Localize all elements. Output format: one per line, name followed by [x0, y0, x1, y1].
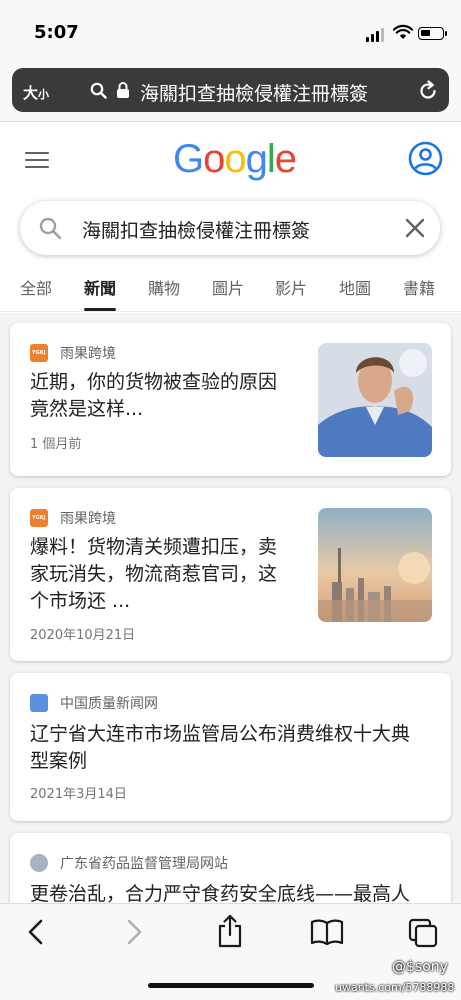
text-size-label-small: 小 [38, 88, 50, 101]
search-icon [39, 217, 62, 240]
clear-icon[interactable] [404, 217, 426, 239]
search-icon [90, 82, 107, 99]
news-title[interactable]: 更卷治乱，合力严守食药安全底线——最高人 [30, 881, 410, 903]
news-source-label: 雨果跨境 [60, 346, 116, 362]
news-date: 2021年3月14日 [30, 787, 127, 802]
tab-books[interactable]: 書籍 [403, 275, 435, 299]
watermark-line2: uwants.com/5788988 [335, 981, 455, 994]
lock-icon [117, 82, 129, 98]
source-favicon-icon [30, 509, 48, 527]
home-indicator[interactable] [148, 983, 314, 988]
share-icon[interactable] [216, 914, 244, 948]
news-results: 雨果跨境 近期，你的货物被查验的原因 竟然是这样... 1 個月前 雨果跨境 爆… [0, 313, 461, 903]
news-card[interactable]: 中国质量新闻网 辽宁省大连市市场监管局公布消费维权十大典 型案例 2021年3月… [10, 673, 451, 821]
news-source-label: 广东省药品监督管理局网站 [60, 856, 228, 872]
news-title-line: 更卷治乱，合力严守食药安全底线——最高人 [30, 883, 411, 903]
forward-icon[interactable] [124, 918, 144, 946]
tab-videos[interactable]: 影片 [275, 275, 307, 299]
news-title-line: 辽宁省大连市市场监管局公布消费维权十大典 [30, 723, 411, 745]
news-title-line: 近期，你的货物被查验的原因 [30, 371, 278, 393]
tab-news[interactable]: 新聞 [84, 275, 117, 311]
status-time: 5:07 [34, 22, 79, 43]
browser-address-area: 大小 海關扣查抽檢侵權注冊標簽 [0, 64, 461, 122]
back-icon[interactable] [26, 918, 46, 946]
news-source-label: 雨果跨境 [60, 511, 116, 527]
news-source: 雨果跨境 [30, 343, 116, 363]
tab-maps[interactable]: 地圖 [339, 275, 371, 299]
news-title-line: 爆料！货物清关频遭扣压，卖 [30, 536, 278, 558]
wifi-icon [393, 24, 413, 39]
text-size-button[interactable]: 大小 [23, 82, 49, 103]
news-card[interactable]: 雨果跨境 爆料！货物清关频遭扣压，卖 家玩消失，物流商惹官司，这 个市场还 ..… [10, 488, 451, 661]
news-source: 中国质量新闻网 [30, 693, 158, 713]
news-source: 雨果跨境 [30, 508, 116, 528]
battery-icon [418, 27, 447, 40]
source-favicon-icon [30, 344, 48, 362]
tabs-icon[interactable] [408, 918, 438, 948]
hamburger-menu-icon[interactable] [25, 152, 49, 170]
reload-icon[interactable] [417, 80, 439, 102]
news-title-line: 家玩消失，物流商惹官司，这 [30, 563, 278, 585]
watermark-line1: @$sony [392, 959, 448, 975]
search-input[interactable]: 海關扣查抽檢侵權注冊標簽 [20, 201, 440, 255]
tab-images[interactable]: 圖片 [212, 275, 244, 299]
news-title-line: 竟然是这样... [30, 398, 144, 420]
news-source: 广东省药品监督管理局网站 [30, 853, 228, 873]
news-card[interactable]: 雨果跨境 近期，你的货物被查验的原因 竟然是这样... 1 個月前 [10, 323, 451, 476]
news-title[interactable]: 爆料！货物清关频遭扣压，卖 家玩消失，物流商惹官司，这 个市场还 ... [30, 534, 277, 615]
address-url-text: 海關扣查抽檢侵權注冊標簽 [140, 83, 369, 105]
tab-all[interactable]: 全部 [20, 275, 52, 299]
news-date: 1 個月前 [30, 437, 82, 452]
bookmarks-icon[interactable] [310, 918, 344, 946]
browser-toolbar: @$sony uwants.com/5788988 [0, 903, 461, 1000]
google-logo[interactable]: Google [173, 137, 297, 182]
news-title-line: 个市场还 ... [30, 590, 131, 612]
news-title[interactable]: 辽宁省大连市市场监管局公布消费维权十大典 型案例 [30, 721, 410, 775]
tab-shopping[interactable]: 購物 [148, 275, 180, 299]
globe-icon [30, 854, 48, 872]
status-bar: 5:07 [0, 0, 461, 64]
search-query-text: 海關扣查抽檢侵權注冊標簽 [82, 220, 311, 242]
news-title[interactable]: 近期，你的货物被查验的原因 竟然是这样... [30, 369, 277, 423]
search-tabs: 全部 新聞 購物 圖片 影片 地圖 書籍 [0, 268, 461, 312]
city-skyline-thumbnail[interactable] [318, 508, 432, 622]
source-favicon-icon [30, 694, 48, 712]
account-icon[interactable] [408, 141, 443, 176]
address-bar[interactable]: 大小 海關扣查抽檢侵權注冊標簽 [12, 68, 449, 112]
news-title-line: 型案例 [30, 750, 88, 772]
news-date: 2020年10月21日 [30, 628, 136, 643]
news-source-label: 中国质量新闻网 [60, 696, 158, 712]
man-holding-head-thumbnail[interactable] [318, 343, 432, 457]
cellular-signal-icon [366, 28, 388, 42]
google-header: Google [0, 123, 461, 195]
news-card[interactable]: 广东省药品监督管理局网站 更卷治乱，合力严守食药安全底线——最高人 [10, 833, 451, 903]
text-size-label: 大 [23, 84, 39, 102]
